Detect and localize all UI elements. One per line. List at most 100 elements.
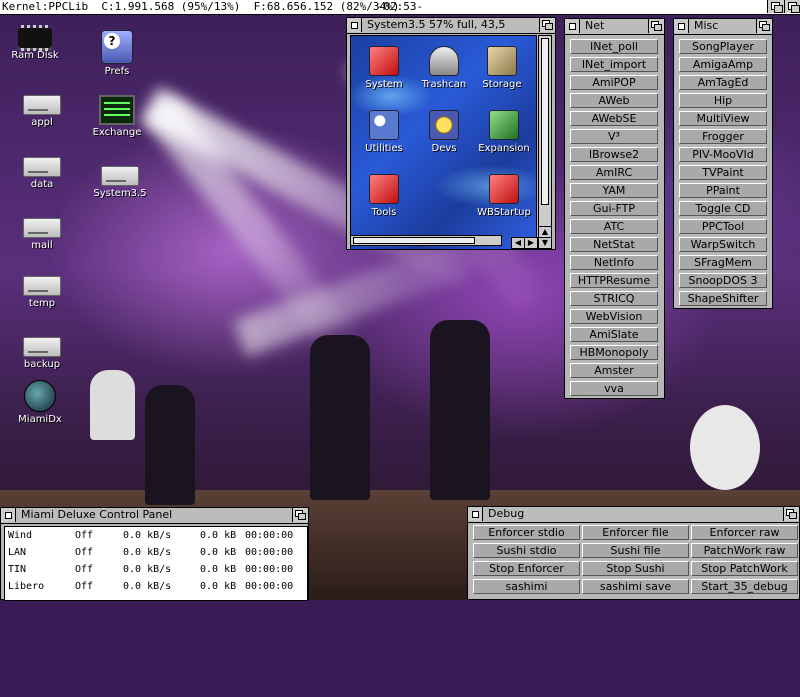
- misc-button[interactable]: PPCTool: [679, 219, 767, 234]
- scroll-left-icon[interactable]: ◀: [511, 237, 525, 249]
- net-button[interactable]: V³: [570, 129, 658, 144]
- net-button[interactable]: AmiPOP: [570, 75, 658, 90]
- desktop-icon-backup[interactable]: backup: [2, 337, 82, 370]
- desktop-icon-prefs[interactable]: ? Prefs: [77, 30, 157, 77]
- misc-button[interactable]: TVPaint: [679, 165, 767, 180]
- debug-button[interactable]: Stop Sushi: [582, 561, 689, 576]
- scroll-knob[interactable]: [353, 237, 475, 244]
- net-button[interactable]: AmIRC: [570, 165, 658, 180]
- net-button[interactable]: STRICQ: [570, 291, 658, 306]
- miami-control-panel-window[interactable]: Miami Deluxe Control Panel Wind Off 0.0 …: [0, 507, 309, 601]
- scroll-knob[interactable]: [541, 38, 549, 205]
- net-button[interactable]: IBrowse2: [570, 147, 658, 162]
- net-button[interactable]: Amster: [570, 363, 658, 378]
- net-button[interactable]: HTTPResume: [570, 273, 658, 288]
- desktop-icon-ram-disk[interactable]: Ram Disk: [0, 25, 75, 61]
- misc-button[interactable]: ShapeShifter: [679, 291, 767, 306]
- net-button[interactable]: WebVision: [570, 309, 658, 324]
- desktop-icon-system35[interactable]: System3.5: [80, 166, 160, 199]
- net-button[interactable]: vva: [570, 381, 658, 396]
- desktop-icon-exchange[interactable]: Exchange: [77, 95, 157, 138]
- debug-button[interactable]: Enforcer raw: [691, 525, 798, 540]
- screen-depth-icon[interactable]: [784, 0, 800, 13]
- drawer-icon-expansion[interactable]: Expansion: [473, 110, 535, 154]
- net-button[interactable]: YAM: [570, 183, 658, 198]
- misc-button[interactable]: PPaint: [679, 183, 767, 198]
- misc-button[interactable]: AmigaAmp: [679, 57, 767, 72]
- debug-button[interactable]: Enforcer stdio: [473, 525, 580, 540]
- debug-button[interactable]: Stop PatchWork: [691, 561, 798, 576]
- desktop-icon-temp[interactable]: temp: [2, 276, 82, 309]
- close-gadget-icon[interactable]: [674, 19, 689, 33]
- net-button[interactable]: NetInfo: [570, 255, 658, 270]
- drawer-icon-utilities[interactable]: Utilities: [353, 110, 415, 154]
- desktop-icon-mail[interactable]: mail: [2, 218, 82, 251]
- horizontal-scrollbar[interactable]: [350, 235, 502, 246]
- close-gadget-icon[interactable]: [1, 508, 16, 522]
- window-title-bar[interactable]: Debug: [468, 507, 799, 523]
- desktop-icon-appl[interactable]: appl: [2, 95, 82, 128]
- debug-button[interactable]: PatchWork raw: [691, 543, 798, 558]
- window-title: Net: [585, 19, 605, 32]
- net-button[interactable]: Gui-FTP: [570, 201, 658, 216]
- depth-gadget-icon[interactable]: [648, 19, 664, 33]
- interface-rate: 0.0 kB/s: [123, 530, 172, 541]
- net-button[interactable]: AWebSE: [570, 111, 658, 126]
- net-button[interactable]: ATC: [570, 219, 658, 234]
- debug-button[interactable]: Enforcer file: [582, 525, 689, 540]
- desktop-icon-miamidx[interactable]: MiamiDx: [0, 380, 80, 425]
- drawer-icon-wbstartup[interactable]: WBStartup: [473, 174, 535, 218]
- depth-gadget-icon[interactable]: [539, 18, 555, 32]
- close-gadget-icon[interactable]: [565, 19, 580, 33]
- net-button[interactable]: INet_import: [570, 57, 658, 72]
- depth-gadget-icon[interactable]: [767, 0, 784, 13]
- misc-button[interactable]: MultiView: [679, 111, 767, 126]
- window-title-bar[interactable]: Net: [565, 19, 664, 35]
- window-title-bar[interactable]: Miami Deluxe Control Panel: [1, 508, 308, 524]
- misc-button[interactable]: SongPlayer: [679, 39, 767, 54]
- scroll-down-icon[interactable]: ▼: [538, 237, 552, 249]
- desktop-icon-data[interactable]: data: [2, 157, 82, 190]
- vertical-scrollbar[interactable]: [538, 35, 552, 230]
- drawer-icon-system[interactable]: System: [353, 46, 415, 90]
- misc-button[interactable]: SFragMem: [679, 255, 767, 270]
- debug-button[interactable]: Start_35_debug: [691, 579, 798, 594]
- net-button[interactable]: HBMonopoly: [570, 345, 658, 360]
- net-buttons-window[interactable]: Net INet_poll INet_import AmiPOP AWeb AW…: [564, 18, 665, 399]
- window-title-bar[interactable]: System3.5 57% full, 43,5: [347, 18, 555, 34]
- system35-window[interactable]: System3.5 57% full, 43,5 System Trashcan…: [346, 17, 556, 250]
- drawer-icon-devs[interactable]: Devs: [413, 110, 475, 154]
- debug-button[interactable]: Stop Enforcer: [473, 561, 580, 576]
- drawer-icon-trashcan[interactable]: Trashcan: [413, 46, 475, 90]
- depth-gadget-icon[interactable]: [783, 507, 799, 521]
- net-button[interactable]: AWeb: [570, 93, 658, 108]
- window-title-bar[interactable]: Misc: [674, 19, 772, 35]
- depth-gadget-icon[interactable]: [756, 19, 772, 33]
- debug-button[interactable]: sashimi save: [582, 579, 689, 594]
- drawer-icon-storage[interactable]: Storage: [471, 46, 533, 90]
- misc-button[interactable]: Frogger: [679, 129, 767, 144]
- net-button[interactable]: INet_poll: [570, 39, 658, 54]
- table-row[interactable]: Wind Off 0.0 kB/s 0.0 kB 00:00:00: [5, 527, 307, 544]
- debug-window[interactable]: Debug Enforcer stdio Enforcer file Enfor…: [467, 506, 800, 600]
- debug-button[interactable]: Sushi file: [582, 543, 689, 558]
- misc-button[interactable]: Hip: [679, 93, 767, 108]
- table-row[interactable]: LAN Off 0.0 kB/s 0.0 kB 00:00:00: [5, 544, 307, 561]
- debug-button[interactable]: sashimi: [473, 579, 580, 594]
- misc-button[interactable]: Toggle CD: [679, 201, 767, 216]
- misc-button[interactable]: AmTagEd: [679, 75, 767, 90]
- close-gadget-icon[interactable]: [347, 18, 362, 32]
- misc-buttons-window[interactable]: Misc SongPlayer AmigaAmp AmTagEd Hip Mul…: [673, 18, 773, 309]
- depth-gadget-icon[interactable]: [292, 508, 308, 522]
- scroll-right-icon[interactable]: ▶: [524, 237, 538, 249]
- drawer-icon-tools[interactable]: Tools: [353, 174, 415, 218]
- net-button[interactable]: NetStat: [570, 237, 658, 252]
- table-row[interactable]: TIN Off 0.0 kB/s 0.0 kB 00:00:00: [5, 561, 307, 578]
- debug-button[interactable]: Sushi stdio: [473, 543, 580, 558]
- close-gadget-icon[interactable]: [468, 507, 483, 521]
- misc-button[interactable]: PIV-MooVId: [679, 147, 767, 162]
- misc-button[interactable]: WarpSwitch: [679, 237, 767, 252]
- table-row[interactable]: Libero Off 0.0 kB/s 0.0 kB 00:00:00: [5, 578, 307, 595]
- misc-button[interactable]: SnoopDOS 3: [679, 273, 767, 288]
- net-button[interactable]: AmiSlate: [570, 327, 658, 342]
